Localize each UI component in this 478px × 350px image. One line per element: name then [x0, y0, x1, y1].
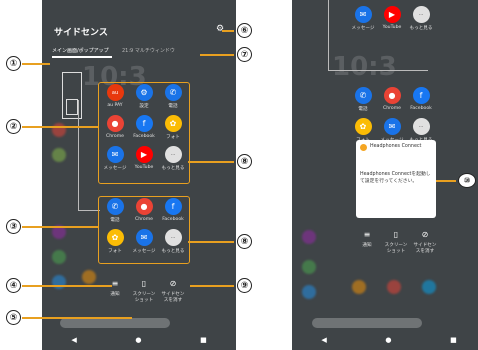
multiwindow-highlight: [98, 196, 190, 264]
screenshot-action[interactable]: ▯ スクリーン ショット: [381, 230, 411, 260]
app-tile[interactable]: ✉ メッセージ: [348, 6, 378, 36]
messages-icon: ✉: [354, 6, 372, 23]
settings-gear-icon[interactable]: ⚙: [216, 24, 224, 34]
nav-bar: ◀ ● ■: [292, 330, 478, 350]
callout-9: ⑨: [237, 278, 252, 293]
dismiss-icon: ⊘: [421, 230, 429, 239]
back-button[interactable]: ◀: [71, 336, 76, 344]
facebook-icon: f: [412, 87, 430, 104]
photos-icon: ✿: [354, 118, 372, 135]
app-label: YouTube: [382, 25, 402, 30]
notification-action[interactable]: ≡ 通知: [100, 279, 130, 309]
tab-main-popup[interactable]: メイン画面/ポップアップ: [52, 47, 109, 54]
notification-action[interactable]: ≡ 通知: [352, 230, 382, 260]
callout-leader: [188, 161, 234, 163]
notification-app-name: Headphones Connect: [370, 144, 422, 149]
side-sense-title: サイドセンス: [54, 28, 108, 38]
bg-icon: [302, 260, 316, 274]
youtube-icon: ▶: [383, 6, 401, 23]
connector-line: [328, 70, 428, 71]
app-tile[interactable]: ▶ YouTube: [377, 6, 407, 36]
callout-1: ①: [6, 56, 21, 71]
callout-8b: ⑧: [237, 234, 252, 249]
action-label: スクリーン ショット: [132, 292, 156, 303]
callout-leader: [22, 285, 112, 287]
notification-icon: ≡: [363, 230, 371, 239]
nav-bar: ◀ ● ■: [42, 330, 236, 350]
back-button[interactable]: ◀: [321, 336, 326, 344]
action-label: スクリーン ショット: [384, 243, 408, 254]
right-phone-screen: 10:3 ✉ メッセージ ▶ YouTube ··· もっと見る ✆ 電話 ● Chrome f Fa…: [292, 0, 478, 350]
bg-icon: [302, 285, 316, 299]
more-icon: ···: [412, 6, 430, 23]
action-label: サイドセン スを消す: [413, 243, 437, 254]
chrome-icon: ●: [383, 87, 401, 104]
home-button[interactable]: ●: [135, 336, 141, 344]
connector-line: [328, 0, 329, 70]
phone-icon: ✆: [354, 87, 372, 104]
callout-leader: [190, 285, 234, 287]
connector-line: [78, 100, 79, 210]
callout-3: ③: [6, 219, 21, 234]
callout-5: ⑤: [6, 310, 21, 325]
app-label: メッセージ: [351, 26, 375, 31]
clock-ghost: 10:3: [332, 52, 397, 82]
notification-card[interactable]: Headphones Connect Headphones Connectを起動…: [356, 140, 436, 218]
app-tile[interactable]: f Facebook: [406, 87, 436, 117]
action-label: サイドセン スを消す: [161, 292, 185, 303]
notification-body: Headphones Connectを起動して設定を行ってください。: [360, 172, 431, 184]
bg-icon: [352, 280, 366, 294]
dismiss-icon: ⊘: [169, 279, 177, 288]
callout-2: ②: [6, 119, 21, 134]
bg-icon: [422, 280, 436, 294]
app-label: 電話: [358, 107, 368, 112]
more-icon: ···: [412, 118, 430, 135]
dismiss-action[interactable]: ⊘ サイドセン スを消す: [410, 230, 440, 260]
app-label: Facebook: [410, 106, 432, 111]
callout-leader: [22, 317, 132, 319]
screenshot-icon: ▯: [393, 230, 399, 239]
app-tile[interactable]: ··· もっと見る: [406, 6, 436, 36]
screenshot-icon: ▯: [141, 279, 147, 288]
callout-4: ④: [6, 278, 21, 293]
window-preview: [62, 72, 82, 119]
callout-leader: [200, 54, 234, 56]
callout-leader: [22, 63, 50, 65]
callout-leader: [436, 180, 456, 182]
bg-icon: [52, 275, 66, 289]
app-label: もっと見る: [409, 26, 433, 31]
app-tile[interactable]: ● Chrome: [377, 87, 407, 117]
tab-indicator: [52, 56, 112, 58]
home-button[interactable]: ●: [385, 336, 391, 344]
callout-10: ⑩: [458, 173, 476, 188]
callout-7: ⑦: [237, 47, 252, 62]
callout-leader: [222, 30, 234, 32]
action-label: 通知: [110, 292, 120, 297]
bg-icon: [52, 148, 66, 162]
callout-8: ⑧: [237, 154, 252, 169]
recent-apps-button[interactable]: ■: [200, 336, 207, 344]
headphones-icon: [360, 144, 367, 151]
callout-6: ⑥: [237, 23, 252, 38]
action-label: 通知: [362, 243, 372, 248]
app-grid-highlight: [98, 82, 190, 184]
bg-icon: [52, 250, 66, 264]
recent-apps-button[interactable]: ■: [450, 336, 457, 344]
tab-multiwindow[interactable]: 21:9 マルチウィンドウ: [122, 47, 175, 54]
callout-leader: [22, 226, 98, 228]
app-label: Chrome: [382, 106, 402, 111]
screenshot-action[interactable]: ▯ スクリーン ショット: [129, 279, 159, 309]
search-bar[interactable]: [312, 318, 422, 328]
bg-icon: [302, 230, 316, 244]
search-bar[interactable]: [60, 318, 170, 328]
connector-line: [78, 210, 100, 211]
callout-leader: [22, 126, 98, 128]
bg-icon: [82, 270, 96, 284]
bg-icon: [387, 280, 401, 294]
dismiss-action[interactable]: ⊘ サイドセン スを消す: [158, 279, 188, 309]
callout-leader: [188, 241, 234, 243]
messages-icon: ✉: [383, 118, 401, 135]
app-tile[interactable]: ✆ 電話: [348, 87, 378, 117]
